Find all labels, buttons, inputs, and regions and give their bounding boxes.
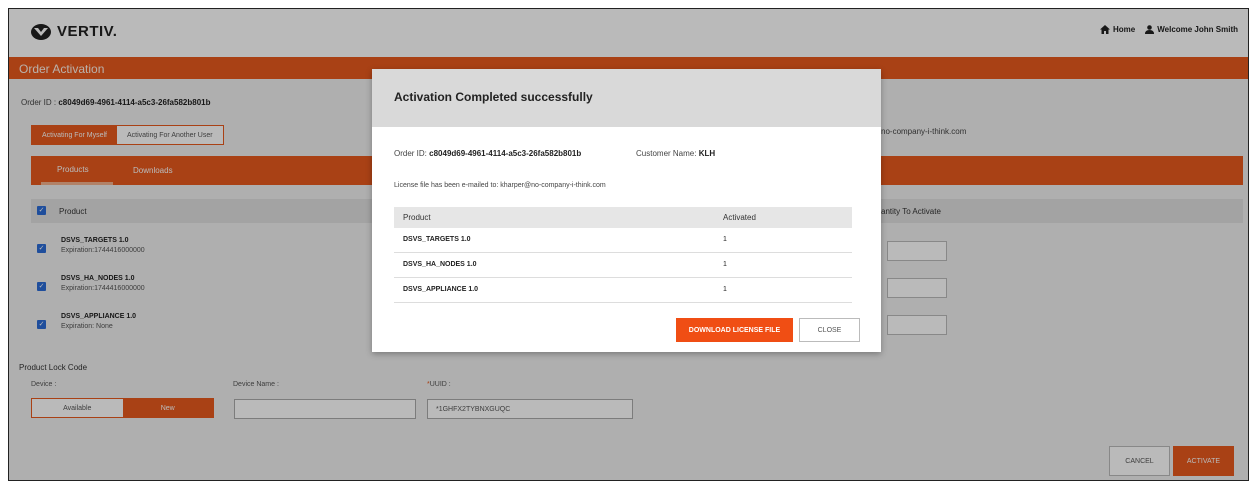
product-name: DSVS_TARGETS 1.0 [403,236,471,243]
table-row: DSVS_TARGETS 1.0 1 [394,228,852,253]
dialog-order-id: Order ID: c8049d69-4961-4114-a5c3-26fa58… [394,149,581,158]
activated-count: 1 [723,286,727,293]
activated-table-header: Product Activated [394,207,852,228]
dialog-order-id-label: Order ID: [394,149,427,158]
column-product: Product [403,213,431,222]
dialog-customer: Customer Name: KLH [636,149,715,158]
activated-count: 1 [723,236,727,243]
license-email-message: License file has been e-mailed to: kharp… [394,182,606,189]
dialog-title: Activation Completed successfully [394,90,593,104]
activated-count: 1 [723,261,727,268]
customer-name-label: Customer Name: [636,149,697,158]
activation-complete-dialog: Activation Completed successfully Order … [372,69,881,352]
dialog-order-id-value: c8049d69-4961-4114-a5c3-26fa582b801b [429,149,582,158]
activated-products-table: Product Activated DSVS_TARGETS 1.0 1 DSV… [394,207,852,303]
dialog-header: Activation Completed successfully [372,69,881,127]
table-row: DSVS_APPLIANCE 1.0 1 [394,278,852,303]
app-window: VERTIV. Home Welcome John Smith Order Ac… [8,8,1249,481]
close-button[interactable]: CLOSE [799,318,860,342]
download-license-button[interactable]: DOWNLOAD LICENSE FILE [676,318,793,342]
product-name: DSVS_HA_NODES 1.0 [403,261,477,268]
customer-name-value: KLH [698,149,716,158]
table-row: DSVS_HA_NODES 1.0 1 [394,253,852,278]
column-activated: Activated [723,213,756,222]
product-name: DSVS_APPLIANCE 1.0 [403,286,479,293]
